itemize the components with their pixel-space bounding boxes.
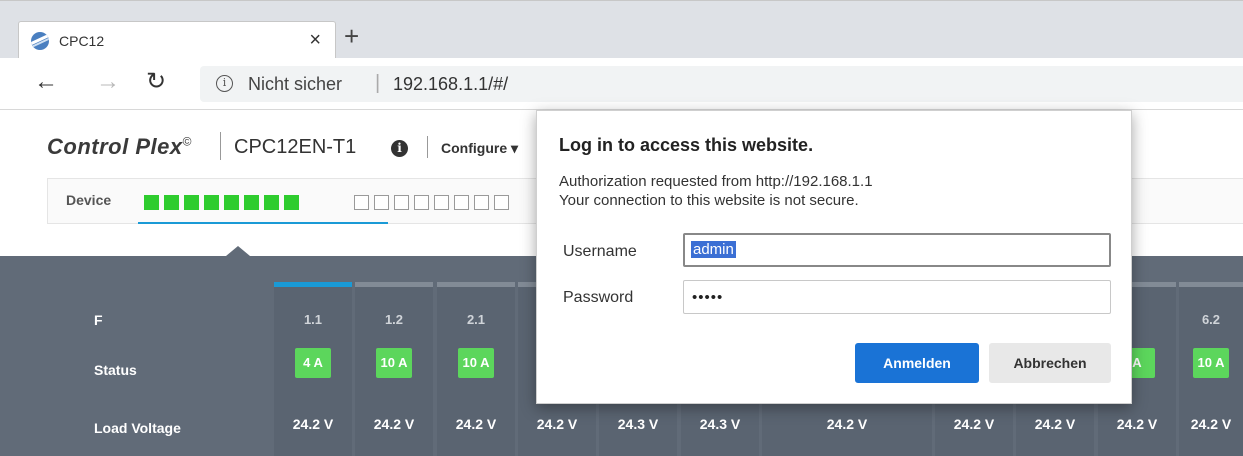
load-voltage-value: 24.2 V xyxy=(953,416,995,432)
channel-indicator[interactable] xyxy=(184,195,199,210)
channel-indicator[interactable] xyxy=(354,195,369,210)
channel-indicator[interactable] xyxy=(474,195,489,210)
load-voltage-value: 24.3 V xyxy=(617,416,659,432)
username-field[interactable]: admin xyxy=(683,233,1111,267)
password-value: ••••• xyxy=(692,289,724,306)
brand-mark: © xyxy=(182,134,192,149)
channel-column[interactable]: 6.2 10 A 24.2 V xyxy=(1179,282,1243,456)
channel-column[interactable]: 1.1 4 A 24.2 V xyxy=(274,282,352,456)
header-divider xyxy=(220,132,221,160)
row-label-f: F xyxy=(94,312,103,328)
channel-fuse-id: 2.1 xyxy=(466,312,486,327)
channel-column[interactable]: 2.1 10 A 24.2 V xyxy=(437,282,515,456)
channel-indicator[interactable] xyxy=(414,195,429,210)
password-field[interactable]: ••••• xyxy=(683,280,1111,314)
header-divider xyxy=(427,136,428,158)
channel-indicators-inactive[interactable] xyxy=(354,195,509,210)
tab-title: CPC12 xyxy=(59,33,105,49)
login-dialog: Log in to access this website. Authoriza… xyxy=(536,110,1132,404)
channel-indicator[interactable] xyxy=(264,195,279,210)
channel-indicator[interactable] xyxy=(494,195,509,210)
device-tab-underline xyxy=(138,222,388,224)
browser-favicon-icon xyxy=(31,32,49,50)
selection-pointer xyxy=(226,246,250,256)
status-badge[interactable]: 10 A xyxy=(458,348,494,378)
dialog-title: Log in to access this website. xyxy=(559,135,814,155)
dialog-message: Authorization requested from http://192.… xyxy=(559,173,873,190)
password-label: Password xyxy=(563,289,634,306)
device-model: CPC12EN-T1 xyxy=(234,136,357,158)
status-badge[interactable]: 4 A xyxy=(295,348,331,378)
channel-column-header xyxy=(1179,282,1243,287)
new-tab-icon[interactable]: + xyxy=(344,23,359,49)
channel-indicator[interactable] xyxy=(394,195,409,210)
back-arrow-icon[interactable]: ← xyxy=(34,70,58,94)
channel-column-header xyxy=(355,282,433,287)
status-badge[interactable]: 10 A xyxy=(376,348,412,378)
configure-menu[interactable]: Configure ▾ xyxy=(441,140,518,157)
address-bar[interactable]: i Nicht sicher | 192.168.1.1/#/ xyxy=(200,66,1243,102)
row-label-status: Status xyxy=(94,362,137,378)
channel-indicator[interactable] xyxy=(224,195,239,210)
load-voltage-value: 24.2 V xyxy=(1116,416,1158,432)
browser-tab[interactable]: CPC12 × xyxy=(18,21,336,59)
reload-icon[interactable]: ↻ xyxy=(146,70,166,94)
login-button[interactable]: Anmelden xyxy=(855,343,979,383)
security-status[interactable]: Nicht sicher xyxy=(248,74,342,95)
tab-close-icon[interactable]: × xyxy=(309,29,321,51)
browser-tabstrip: CPC12 × + xyxy=(0,0,1243,59)
cancel-button[interactable]: Abbrechen xyxy=(989,343,1111,383)
channel-column-header xyxy=(437,282,515,287)
channel-indicator[interactable] xyxy=(284,195,299,210)
browser-toolbar: ← → ↻ i Nicht sicher | 192.168.1.1/#/ xyxy=(0,58,1243,110)
brand-logo: Control Plex© xyxy=(47,134,192,159)
load-voltage-value: 24.2 V xyxy=(455,416,497,432)
forward-arrow-icon[interactable]: → xyxy=(96,70,120,94)
load-voltage-value: 24.3 V xyxy=(699,416,741,432)
status-badge[interactable]: 10 A xyxy=(1193,348,1229,378)
load-voltage-value: 24.2 V xyxy=(536,416,578,432)
channel-fuse-id: 6.2 xyxy=(1201,312,1221,327)
address-separator: | xyxy=(375,72,381,94)
load-voltage-value: 24.2 V xyxy=(826,416,868,432)
channel-indicator[interactable] xyxy=(164,195,179,210)
username-label: Username xyxy=(563,243,637,260)
username-value: admin xyxy=(691,241,736,258)
channel-indicator[interactable] xyxy=(374,195,389,210)
channel-column[interactable]: 1.2 10 A 24.2 V xyxy=(355,282,433,456)
url-text[interactable]: 192.168.1.1/#/ xyxy=(393,74,508,95)
device-tab[interactable]: Device xyxy=(66,192,111,208)
load-voltage-value: 24.2 V xyxy=(1190,416,1232,432)
load-voltage-value: 24.2 V xyxy=(1034,416,1076,432)
dialog-warning: Your connection to this website is not s… xyxy=(559,192,859,209)
load-voltage-value: 24.2 V xyxy=(373,416,415,432)
channel-indicator[interactable] xyxy=(454,195,469,210)
load-voltage-value: 24.2 V xyxy=(292,416,334,432)
channel-indicator[interactable] xyxy=(204,195,219,210)
channel-indicators-active[interactable] xyxy=(144,195,299,210)
channel-indicator[interactable] xyxy=(144,195,159,210)
site-info-icon[interactable]: i xyxy=(216,75,233,92)
info-icon[interactable]: i xyxy=(391,140,408,157)
channel-fuse-id: 1.1 xyxy=(303,312,323,327)
channel-fuse-id: 1.2 xyxy=(384,312,404,327)
row-label-load-voltage: Load Voltage xyxy=(94,420,181,436)
channel-indicator[interactable] xyxy=(434,195,449,210)
channel-column-header xyxy=(274,282,352,287)
channel-indicator[interactable] xyxy=(244,195,259,210)
